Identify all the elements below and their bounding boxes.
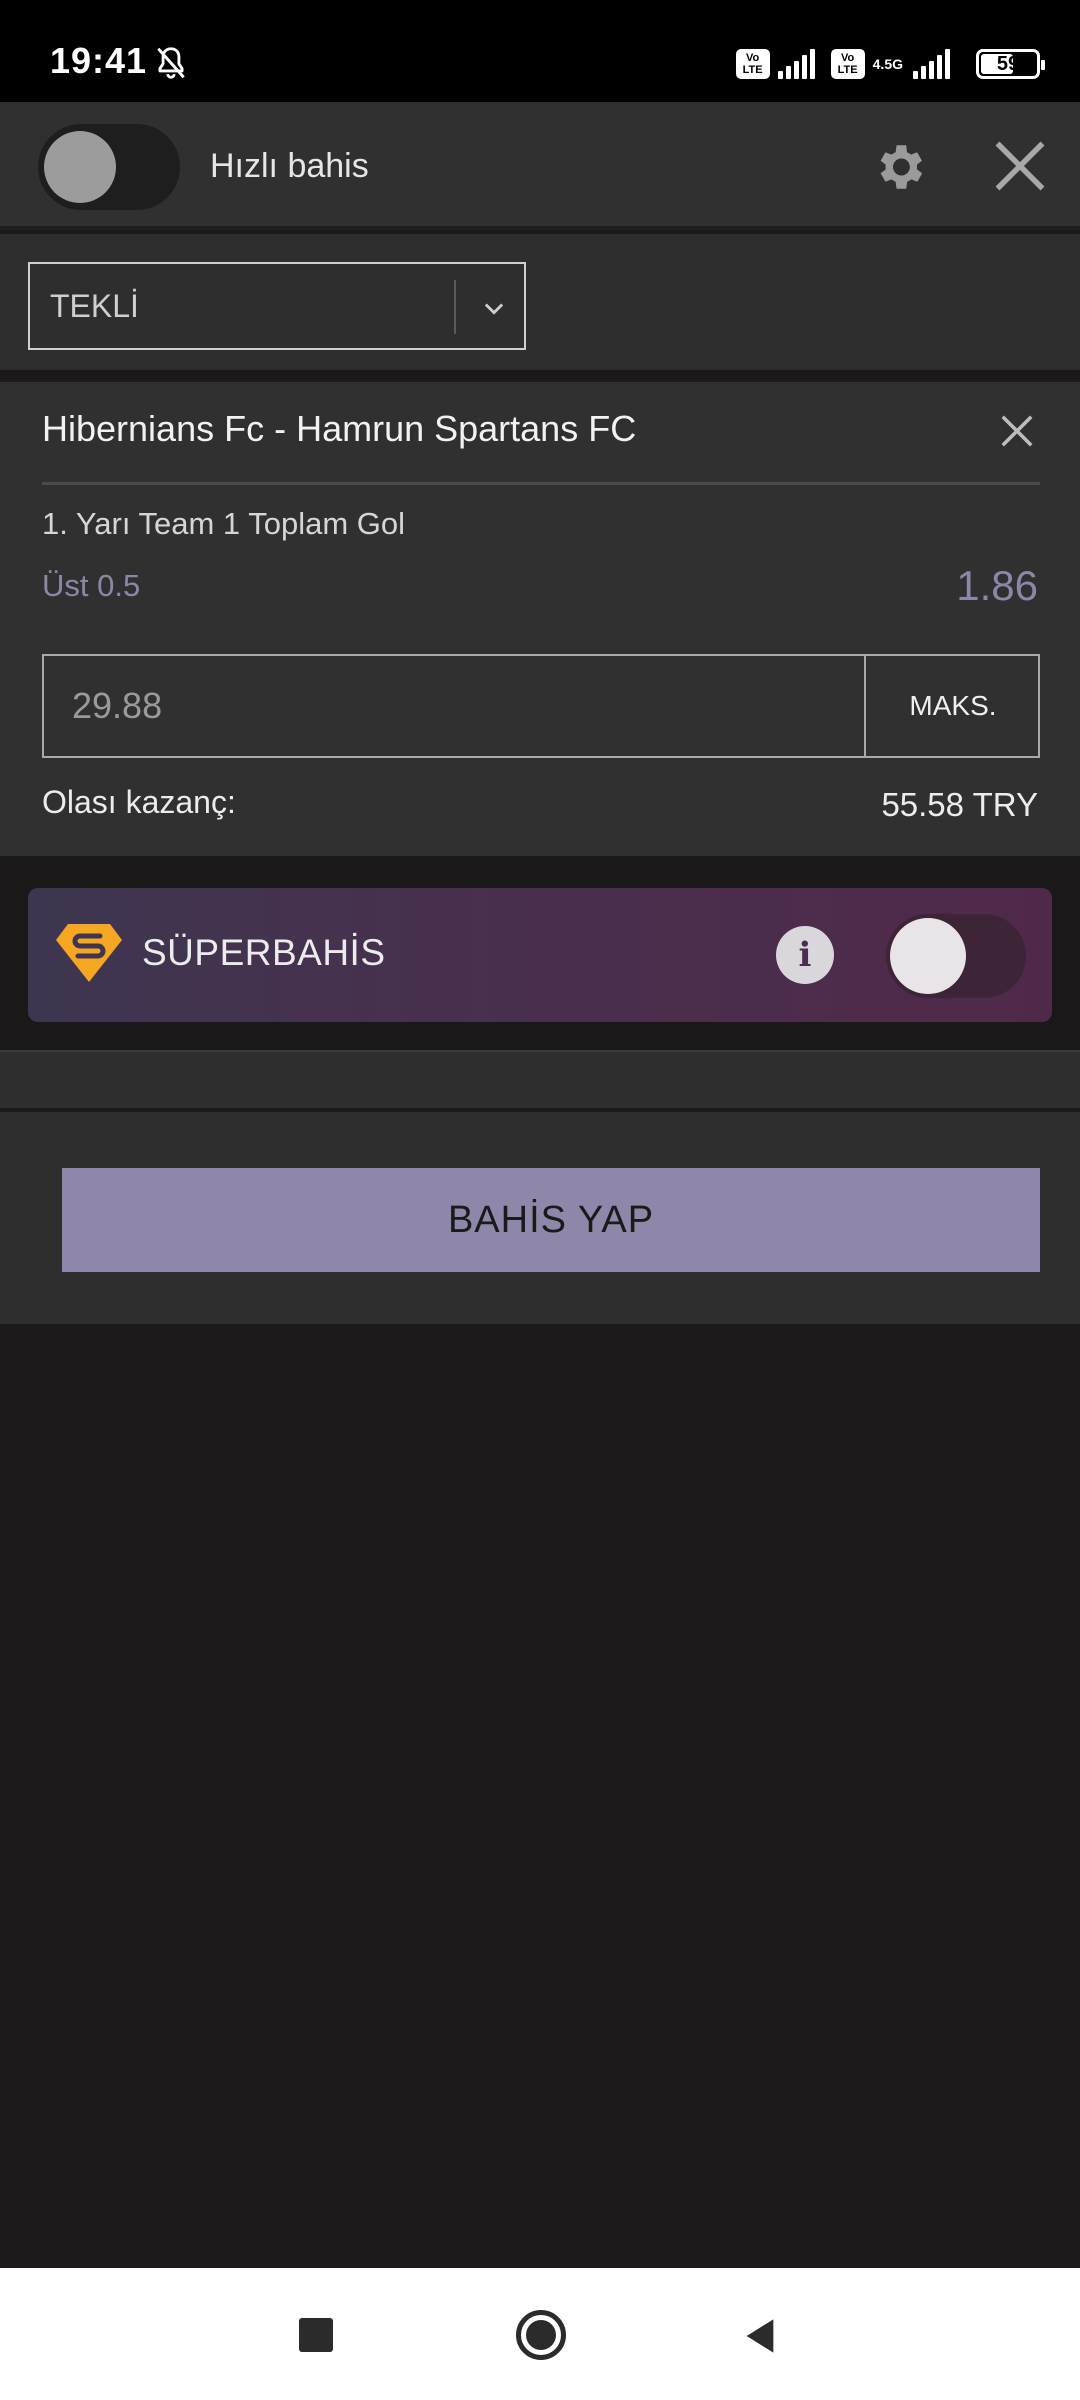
volte-icon: Vo LTE <box>830 49 865 79</box>
max-stake-button[interactable]: MAKS. <box>864 656 1040 756</box>
close-icon[interactable] <box>990 136 1050 196</box>
match-title: Hibernians Fc - Hamrun Spartans FC <box>42 408 637 449</box>
status-icons: Vo LTE Vo LTE 4.5G 59 <box>735 44 1045 84</box>
potential-winnings-label: Olası kazanç: <box>42 784 236 820</box>
superbet-logo-icon <box>56 924 122 982</box>
status-bar: 19:41 Vo LTE Vo LTE 4.5G 59 <box>0 0 1080 102</box>
chevron-down-icon <box>484 303 504 315</box>
outcome-name: Üst 0.5 <box>42 568 141 603</box>
superbet-section: SÜPERBAHİS i <box>0 856 1080 1050</box>
volte-icon: Vo LTE <box>735 49 770 79</box>
stake-input[interactable] <box>44 656 864 756</box>
betslip-footer: BAHİS YAP <box>0 1108 1080 1324</box>
battery-level: 59 <box>996 53 1020 75</box>
place-bet-button[interactable]: BAHİS YAP <box>62 1168 1040 1272</box>
recents-icon[interactable] <box>299 2318 333 2352</box>
back-icon[interactable] <box>740 2316 780 2356</box>
signal-icon <box>913 49 950 79</box>
gear-icon[interactable] <box>870 138 928 196</box>
toggle-knob <box>44 131 116 203</box>
battery-icon: 59 <box>976 49 1045 79</box>
card-divider <box>42 482 1040 485</box>
quick-bet-label: Hızlı bahis <box>210 147 369 185</box>
superbet-card: SÜPERBAHİS i <box>28 888 1052 1022</box>
home-icon[interactable] <box>516 2310 566 2360</box>
toggle-knob <box>890 918 966 994</box>
bet-type-area: TEKLİ <box>0 234 1080 376</box>
stake-box: MAKS. <box>42 654 1040 758</box>
superbet-label: SÜPERBAHİS <box>142 932 386 973</box>
odds-value: 1.86 <box>956 562 1038 609</box>
betslip-header: Hızlı bahis <box>0 102 1080 230</box>
status-time: 19:41 <box>50 40 148 81</box>
superbet-toggle[interactable] <box>886 914 1026 998</box>
bet-type-dropdown[interactable]: TEKLİ <box>28 262 526 350</box>
dropdown-divider <box>454 280 456 334</box>
market-name: 1. Yarı Team 1 Toplam Gol <box>42 506 406 541</box>
info-icon[interactable]: i <box>776 926 834 984</box>
signal-icon <box>777 49 815 79</box>
bell-muted-icon <box>157 47 185 79</box>
remove-selection-icon[interactable] <box>998 412 1036 450</box>
system-nav-bar <box>0 2268 1080 2400</box>
bet-type-value: TEKLİ <box>50 288 139 324</box>
quick-bet-toggle[interactable] <box>38 124 180 210</box>
network-type-label: 4.5G <box>872 56 903 72</box>
selection-card: Hibernians Fc - Hamrun Spartans FC 1. Ya… <box>0 382 1080 856</box>
potential-winnings-value: 55.58 TRY <box>881 786 1038 823</box>
empty-strip <box>0 1050 1080 1108</box>
